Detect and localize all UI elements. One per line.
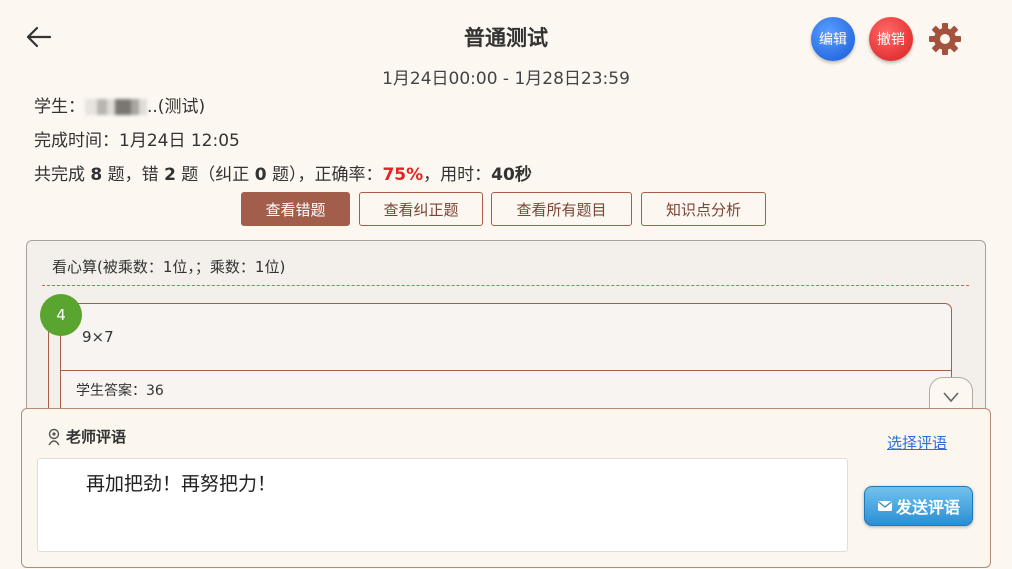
question-number-badge: 4 <box>40 294 82 336</box>
chevron-down-icon <box>943 391 959 402</box>
mail-icon <box>877 501 892 511</box>
card-divider <box>60 370 952 371</box>
undo-button[interactable]: 撤销 <box>869 17 913 61</box>
summary-line: 共完成 8 题，错 2 题（纠正 0 题），正确率：75%，用时：40秒 <box>34 160 532 185</box>
student-suffix: ..(测试) <box>147 97 206 117</box>
student-label: 学生： <box>34 97 85 117</box>
edit-button[interactable]: 编辑 <box>811 17 855 61</box>
dashed-divider <box>42 285 969 286</box>
send-comment-label: 发送评语 <box>895 498 960 517</box>
tab-corrected-questions[interactable]: 查看纠正题 <box>359 192 483 226</box>
summary-text: ，用时： <box>423 165 492 185</box>
teacher-icon <box>48 428 60 445</box>
comment-title-text: 老师评语 <box>66 428 127 446</box>
completion-time: 完成时间：1月24日 12:05 <box>34 131 240 151</box>
comment-textarea[interactable]: 再加把劲！再努把力！ <box>37 458 848 552</box>
summary-text: 题），正确率： <box>266 165 383 185</box>
page-title: 普通测试 <box>464 26 548 50</box>
send-comment-button[interactable]: 发送评语 <box>864 486 973 526</box>
comment-title: 老师评语 <box>46 426 126 447</box>
student-line: 学生： ..(测试) <box>34 92 205 117</box>
student-answer: 学生答案：36 <box>76 383 164 399</box>
tab-all-questions[interactable]: 查看所有题目 <box>491 192 632 226</box>
total-count: 8 <box>90 165 103 185</box>
time-range: 1月24日00:00 - 1月28日23:59 <box>382 69 630 89</box>
summary-text: 题，错 <box>102 165 165 185</box>
choose-comment-link[interactable]: 选择评语 <box>887 432 947 453</box>
card-connector <box>48 330 49 410</box>
time-used: 40秒 <box>491 165 532 185</box>
tab-knowledge-analysis[interactable]: 知识点分析 <box>641 192 766 226</box>
tab-wrong-questions[interactable]: 查看错题 <box>241 192 350 226</box>
wrong-count: 2 <box>164 165 176 185</box>
section-title: 看心算(被乘数：1位，；乘数：1位) <box>52 258 286 276</box>
corrected-count: 0 <box>254 165 267 185</box>
gear-icon[interactable] <box>928 22 962 56</box>
question-text: 9×7 <box>82 328 114 346</box>
accuracy-value: 75% <box>382 165 424 185</box>
student-name-blurred <box>85 99 147 115</box>
summary-text: 共完成 <box>34 165 91 185</box>
summary-text: 题（纠正 <box>175 165 255 185</box>
